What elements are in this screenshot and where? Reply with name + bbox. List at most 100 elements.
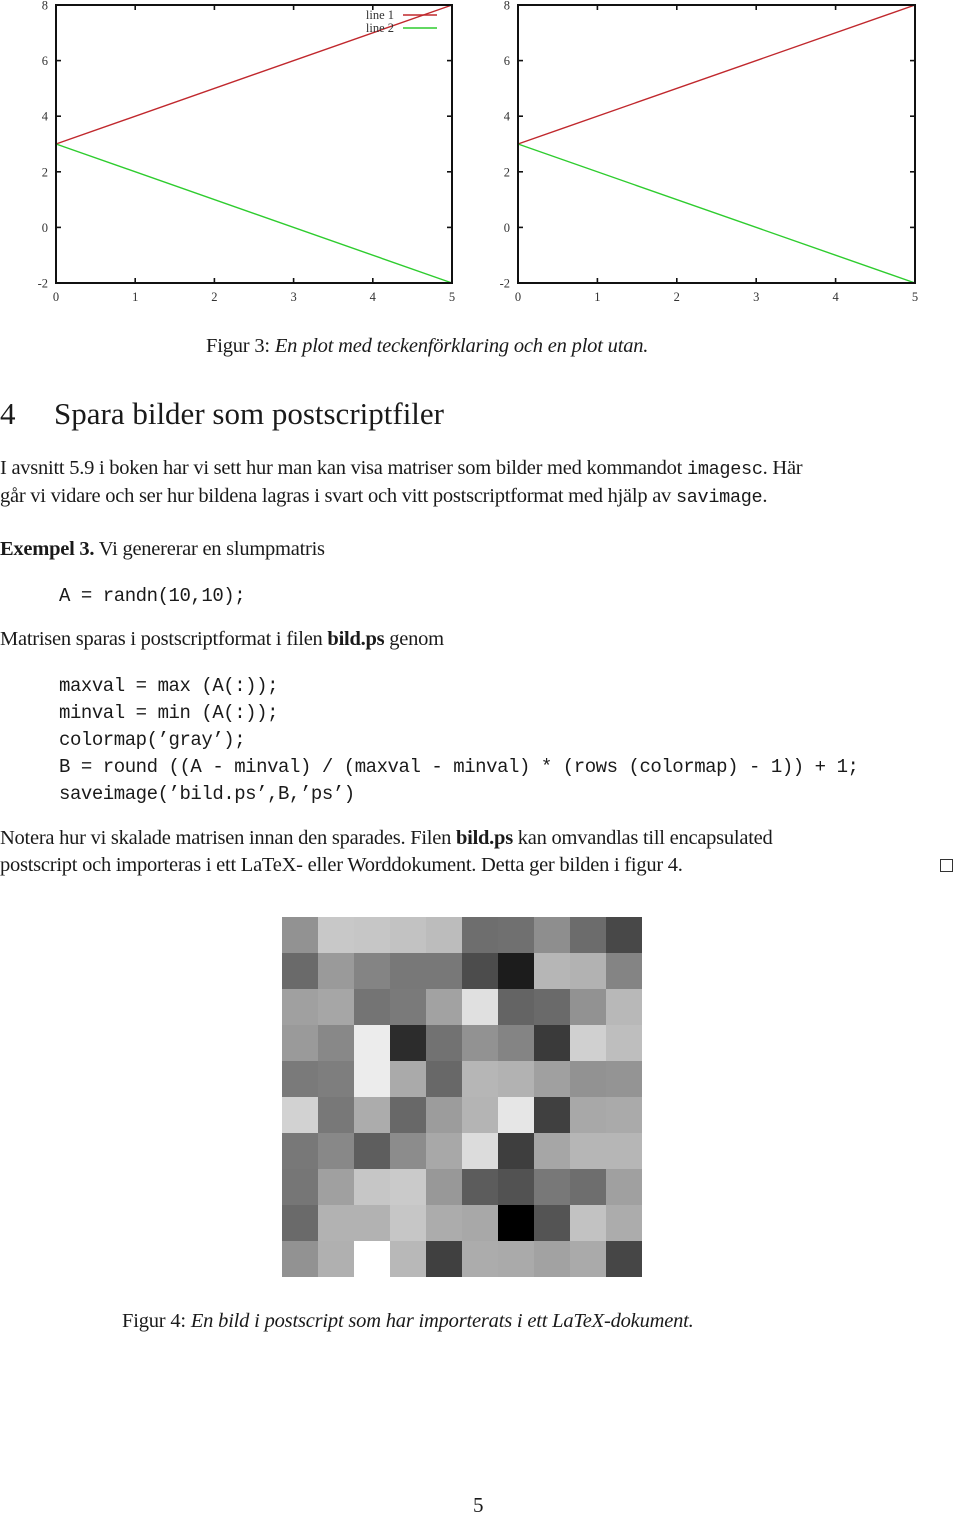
matrix-cell	[282, 1097, 319, 1134]
matrix-cell	[282, 1133, 319, 1170]
filename-bold: bild.ps	[455, 827, 513, 849]
intro-line-2: går vi vidare och ser hur bildena lagras…	[0, 485, 767, 508]
y-tick-label: 8	[504, 0, 510, 13]
y-tick-label: 4	[42, 110, 49, 124]
figure-3-caption-label: Figur 3:	[206, 335, 270, 357]
matrix-cell	[426, 917, 463, 954]
y-tick-label: -2	[38, 277, 48, 291]
example-heading: Exempel 3. Vi genererar en slumpmatris	[0, 538, 325, 561]
intro-text: I avsnitt 5.9 i boken har vi sett hur ma…	[0, 457, 688, 479]
matrix-cell	[354, 953, 391, 990]
matrix-cell	[606, 1133, 642, 1170]
matrix-cell	[570, 1169, 607, 1206]
matrix-cell	[318, 989, 355, 1026]
matrix-cell	[534, 1025, 571, 1062]
y-tick-label: 4	[504, 110, 511, 124]
example-sentence: Matrisen sparas i postscriptformat i fil…	[0, 628, 444, 651]
matrix-cell	[354, 917, 391, 954]
y-tick-label: 6	[42, 54, 48, 68]
matrix-cell	[570, 1025, 607, 1062]
figure-3-caption-text: En plot med teckenförklaring och en plot…	[274, 335, 649, 357]
matrix-cell	[318, 1025, 355, 1062]
matrix-cell	[318, 1097, 355, 1134]
code-line: minval = min (A(:));	[59, 702, 279, 724]
matrix-cell	[462, 1133, 499, 1170]
matrix-cell	[318, 1061, 355, 1098]
matrix-cell	[426, 1241, 463, 1277]
inline-code-savimage: savimage	[675, 487, 763, 508]
code-block-saveimage: maxval = max (A(:)); minval = min (A(:))…	[59, 673, 859, 808]
section-title: Spara bilder som postscriptfiler	[54, 396, 444, 431]
page-number: 5	[473, 1493, 484, 1517]
plot-with-legend: 0 1 2 3 4 5 -2 0 2 4 6 8 line 1line 2	[38, 0, 456, 304]
series-line-1	[517, 4, 916, 145]
series-line-2	[517, 143, 916, 284]
intro-text: .	[762, 485, 768, 507]
matrix-cell	[606, 917, 642, 954]
matrix-cell	[498, 989, 535, 1026]
matrix-cell	[534, 1061, 571, 1098]
matrix-cell	[462, 1061, 499, 1098]
matrix-cell	[426, 1133, 463, 1170]
matrix-cell	[282, 917, 319, 954]
matrix-cell	[426, 1097, 463, 1134]
matrix-cell	[534, 917, 571, 954]
legend-label: line 2	[366, 21, 394, 35]
matrix-cell	[318, 917, 355, 954]
figure-3-caption: Figur 3: En plot med teckenförklaring oc…	[206, 335, 648, 358]
matrix-cell	[570, 917, 607, 954]
section-number: 4	[0, 396, 16, 431]
intro-text: . Här	[762, 457, 803, 479]
matrix-cell	[462, 917, 499, 954]
matrix-cell	[498, 917, 535, 954]
matrix-cell	[390, 1205, 427, 1242]
matrix-cell	[318, 1133, 355, 1170]
matrix-cell	[534, 1169, 571, 1206]
matrix-cell	[390, 917, 427, 954]
matrix-cell	[426, 1169, 463, 1206]
matrix-cell	[318, 1241, 355, 1277]
x-tick-label: 5	[449, 290, 455, 304]
intro-text: går vi vidare och ser hur bildena lagras…	[0, 485, 676, 507]
y-tick-label: 0	[504, 221, 510, 235]
matrix-cell	[606, 1061, 642, 1098]
matrix-cell	[354, 1205, 391, 1242]
y-tick-label: 2	[504, 165, 510, 179]
matrix-cell	[462, 989, 499, 1026]
matrix-cell	[354, 1061, 391, 1098]
matrix-cell	[498, 1169, 535, 1206]
matrix-cell	[282, 989, 319, 1026]
inline-code-imagesc: imagesc	[687, 459, 763, 480]
matrix-cell	[462, 1097, 499, 1134]
matrix-cell	[606, 1205, 642, 1242]
matrix-cell	[318, 1205, 355, 1242]
matrix-cell	[606, 1169, 642, 1206]
plot-frame	[55, 4, 453, 284]
matrix-cell	[570, 1133, 607, 1170]
matrix-cell	[570, 1097, 607, 1134]
code-line: colormap(’gray’);	[59, 729, 246, 751]
matrix-cell	[570, 1241, 607, 1277]
matrix-cell	[354, 1133, 391, 1170]
matrix-cell	[318, 1169, 355, 1206]
x-tick-label: 1	[594, 290, 600, 304]
x-tick-label: 2	[674, 290, 680, 304]
note-text: kan omvandlas till encapsulated	[512, 827, 773, 849]
matrix-cell	[534, 1097, 571, 1134]
plot-without-legend: 0 1 2 3 4 5 -2 0 2 4 6 8	[500, 0, 919, 304]
matrix-cell	[606, 1241, 642, 1277]
matrix-cell	[390, 953, 427, 990]
matrix-cell	[462, 953, 499, 990]
figure-4-grayscale-image	[282, 917, 642, 1277]
figure-4-caption-text: En bild i postscript som har importerats…	[190, 1310, 694, 1332]
matrix-cell	[498, 1205, 535, 1242]
matrix-cell	[606, 1025, 642, 1062]
matrix-cell	[534, 1241, 571, 1277]
x-tick-label: 0	[515, 290, 521, 304]
matrix-cell	[498, 1241, 535, 1277]
matrix-cell	[426, 1205, 463, 1242]
matrix-cell	[282, 1061, 319, 1098]
matrix-cell	[534, 1205, 571, 1242]
matrix-cell	[462, 1205, 499, 1242]
x-tick-label: 4	[370, 290, 377, 304]
